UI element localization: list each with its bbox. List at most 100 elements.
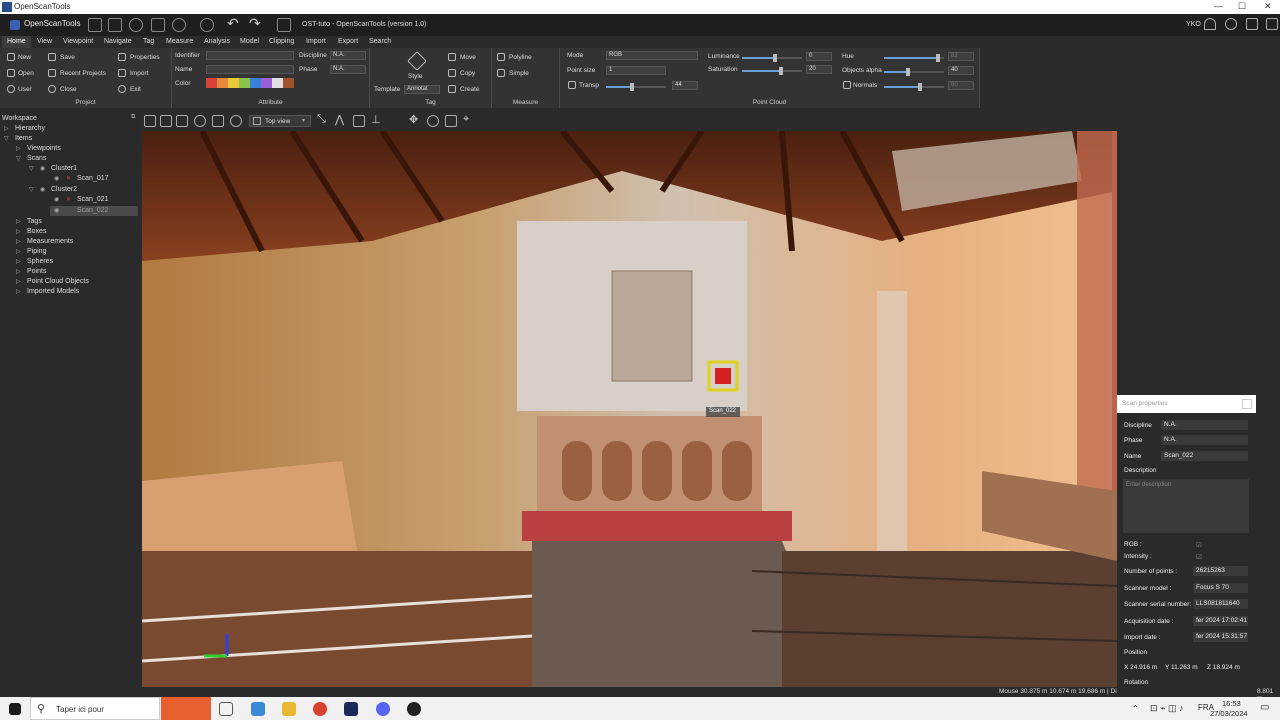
expand-icon[interactable]: ▷ <box>16 228 21 235</box>
discipline-select[interactable]: N.A. <box>330 51 366 60</box>
tree-items[interactable]: Items <box>15 135 32 142</box>
menu-measure[interactable]: Measure <box>166 38 193 45</box>
navigate-icon[interactable] <box>176 115 188 127</box>
transp-slider[interactable] <box>606 83 666 91</box>
close-button[interactable]: Close <box>60 86 77 93</box>
tree-scan-017[interactable]: Scan_017 <box>77 175 109 182</box>
normals-checkbox[interactable] <box>843 81 851 89</box>
pick-point-icon[interactable]: ⌖ <box>463 113 475 125</box>
expand-icon[interactable]: ▷ <box>16 238 21 245</box>
globe-icon[interactable] <box>427 115 439 127</box>
expand-icon[interactable]: ▷ <box>16 288 21 295</box>
document-icon[interactable] <box>108 18 122 32</box>
box-select-icon[interactable] <box>144 115 156 127</box>
tree-tags[interactable]: Tags <box>27 218 42 225</box>
pin-icon[interactable]: ⧉ <box>131 114 135 121</box>
tree-cluster2[interactable]: Cluster2 <box>51 186 77 193</box>
maximize-icon[interactable]: ☐ <box>1238 1 1246 12</box>
phase-select[interactable]: N.A. <box>330 65 366 74</box>
expand-icon[interactable]: ▷ <box>4 125 9 132</box>
discord-icon[interactable] <box>376 702 390 716</box>
normals-slider[interactable] <box>884 83 944 91</box>
saturation-value-box[interactable]: 20 <box>806 65 832 74</box>
tree-viewpoints[interactable]: Viewpoints <box>27 145 61 152</box>
eye-icon[interactable]: ◉ <box>40 165 45 172</box>
tree-imported-models[interactable]: Imported Models <box>27 288 79 295</box>
expand-icon[interactable]: ▷ <box>16 268 21 275</box>
point-size-spinbox[interactable]: 1 <box>606 66 666 75</box>
menu-search[interactable]: Search <box>369 38 391 45</box>
settings-gear-icon[interactable] <box>1225 18 1237 30</box>
section-box-icon[interactable] <box>353 115 365 127</box>
menu-view[interactable]: View <box>37 38 52 45</box>
collapse-icon[interactable]: ▽ <box>29 186 34 193</box>
redo-icon[interactable]: ↷ <box>249 15 263 31</box>
chrome-icon[interactable] <box>313 702 327 716</box>
menu-import[interactable]: Import <box>306 38 326 45</box>
angle-icon[interactable]: ⋀ <box>335 113 347 126</box>
objects-alpha-slider[interactable] <box>884 68 944 76</box>
color-palette[interactable] <box>206 78 296 88</box>
user-button[interactable]: User <box>18 86 32 93</box>
eye-icon[interactable]: ◉ <box>54 196 59 203</box>
hue-value-box[interactable]: 62 <box>948 52 974 61</box>
undo-icon[interactable]: ↶ <box>227 15 241 31</box>
style-button[interactable]: Style <box>408 73 422 80</box>
menu-viewpoint[interactable]: Viewpoint <box>63 38 93 45</box>
copy-button[interactable]: Copy <box>460 70 475 77</box>
tree-scans[interactable]: Scans <box>27 155 46 162</box>
menu-model[interactable]: Model <box>240 38 259 45</box>
exit-button[interactable]: Exit <box>130 86 141 93</box>
expand-icon[interactable]: ▷ <box>16 258 21 265</box>
objects-alpha-value-box[interactable]: 40 <box>948 66 974 75</box>
collapse-icon[interactable]: ▽ <box>4 135 9 142</box>
tree-scan-022[interactable]: Scan_022 <box>77 207 109 214</box>
view-mode-select[interactable]: Top view ▾ <box>249 115 311 127</box>
open-button[interactable]: Open <box>18 70 34 77</box>
taskbar-search-box[interactable]: ⚲ Taper ici pour <box>30 697 160 720</box>
saturation-slider[interactable] <box>742 67 802 75</box>
menu-home[interactable]: Home <box>2 36 31 48</box>
zoom-extent-icon[interactable] <box>160 115 172 127</box>
openscantools-taskbar-icon[interactable] <box>344 702 358 716</box>
save-button[interactable]: Save <box>60 54 75 61</box>
eye-icon[interactable]: ◉ <box>54 207 59 214</box>
properties-button[interactable]: Properties <box>130 54 160 61</box>
task-view-icon[interactable] <box>219 702 233 716</box>
identifier-field[interactable] <box>206 51 294 60</box>
name-field[interactable] <box>206 65 294 74</box>
notification-icon[interactable]: ▭ <box>1260 702 1269 713</box>
tree-hierarchy[interactable]: Hierarchy <box>15 125 45 132</box>
tree-measurements[interactable]: Measurements <box>27 238 73 245</box>
discipline-select[interactable]: N.A. <box>1161 420 1248 430</box>
luminance-slider[interactable] <box>742 54 802 62</box>
expand-icon[interactable]: ▷ <box>16 278 21 285</box>
name-field[interactable]: Scan_022 <box>1161 451 1248 461</box>
simple-button[interactable]: Simple <box>509 70 529 77</box>
keyboard-icon[interactable] <box>1246 18 1258 30</box>
tree-point-cloud-objects[interactable]: Point Cloud Objects <box>27 278 89 285</box>
mail-icon[interactable] <box>251 702 265 716</box>
panel-close-icon[interactable] <box>1242 399 1252 409</box>
color-swatch[interactable] <box>272 78 283 88</box>
save-icon[interactable] <box>151 18 165 32</box>
description-field[interactable]: Enter description <box>1123 479 1249 533</box>
3d-viewport[interactable]: Scan_022 <box>142 131 1117 687</box>
menu-tag[interactable]: Tag <box>143 38 154 45</box>
menu-navigate[interactable]: Navigate <box>104 38 132 45</box>
layers-icon[interactable] <box>445 115 457 127</box>
color-swatch[interactable] <box>283 78 294 88</box>
collapse-icon[interactable]: ▽ <box>16 155 21 162</box>
app-icon[interactable] <box>407 702 421 716</box>
windows-start-icon[interactable] <box>9 703 21 715</box>
tree-boxes[interactable]: Boxes <box>27 228 46 235</box>
hue-slider[interactable] <box>884 54 944 62</box>
search-highlight-image[interactable] <box>161 697 211 720</box>
close-window-icon[interactable]: ✕ <box>1264 1 1272 12</box>
cloud-icon[interactable] <box>200 18 214 32</box>
menu-export[interactable]: Export <box>338 38 358 45</box>
transp-checkbox[interactable] <box>568 81 576 89</box>
expand-icon[interactable]: ▷ <box>16 248 21 255</box>
color-swatch[interactable] <box>261 78 272 88</box>
tag-style-icon[interactable] <box>407 51 427 71</box>
